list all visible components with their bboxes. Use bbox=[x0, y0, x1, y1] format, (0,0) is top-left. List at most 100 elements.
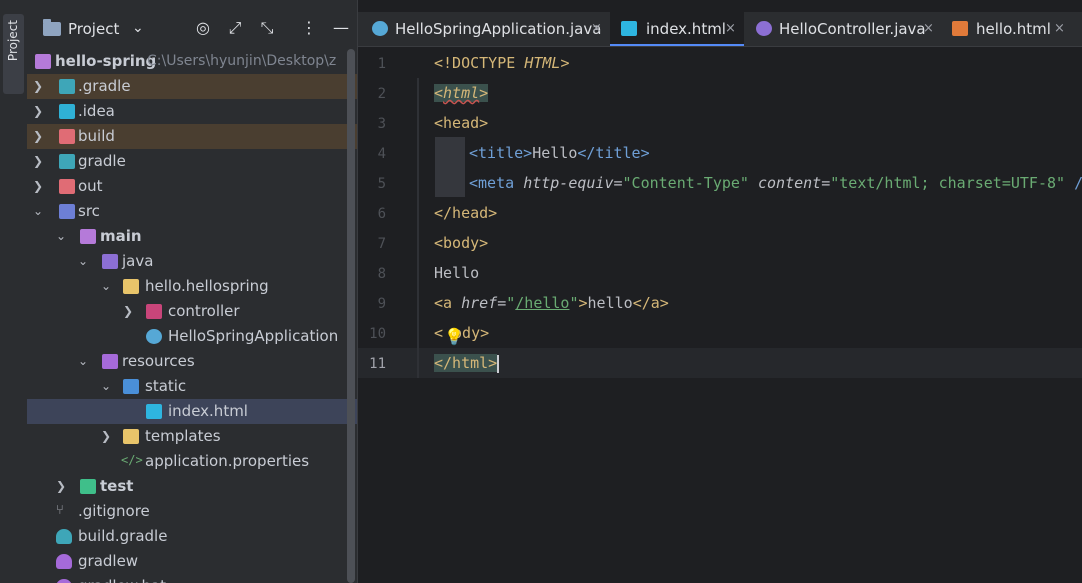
expand-icon[interactable]: ⤢ bbox=[225, 18, 245, 38]
tree-item-hellospringapplication[interactable]: HelloSpringApplication bbox=[27, 324, 357, 349]
collapse-icon[interactable]: ⤡ bbox=[257, 18, 277, 38]
code-line-9[interactable]: <a href="/hello">hello</a> bbox=[434, 288, 669, 318]
project-path: C:\Users\hyunjin\Desktop\z bbox=[147, 53, 337, 69]
tree-item-static[interactable]: ⌄ static bbox=[27, 374, 357, 399]
tree-item-index-html[interactable]: index.html bbox=[27, 399, 357, 424]
minimize-icon[interactable]: — bbox=[331, 18, 351, 37]
resources-folder-icon bbox=[102, 354, 118, 369]
close-icon[interactable]: × bbox=[1054, 12, 1065, 46]
chevron-down-icon[interactable]: ⌄ bbox=[99, 274, 113, 299]
chevron-down-icon[interactable]: ⌄ bbox=[76, 349, 90, 374]
chevron-down-icon[interactable]: ⌄ bbox=[132, 20, 144, 36]
code-line-2[interactable]: <html> bbox=[434, 78, 489, 108]
tree-item-controller[interactable]: ❯ controller bbox=[27, 299, 357, 324]
project-panel: Project ⌄ ◎ ⤢ ⤡ ⋮ — hello-spring C:\User… bbox=[27, 0, 357, 583]
code-token: > bbox=[479, 84, 489, 102]
tree-item-java[interactable]: ⌄ java bbox=[27, 249, 357, 274]
excluded-folder-icon bbox=[59, 129, 75, 144]
code-line-8[interactable]: Hello bbox=[434, 258, 479, 288]
chevron-down-icon[interactable]: ⌄ bbox=[31, 199, 45, 224]
project-tool-window-button[interactable]: Project bbox=[3, 14, 24, 94]
html-file-icon bbox=[146, 404, 162, 419]
line-number: 5 bbox=[377, 176, 386, 192]
gradle-folder-icon bbox=[59, 79, 75, 94]
tree-item-resources[interactable]: ⌄ resources bbox=[27, 349, 357, 374]
code-line-5[interactable]: <meta http-equiv="Content-Type" content=… bbox=[469, 168, 1082, 198]
chevron-right-icon[interactable]: ❯ bbox=[31, 149, 45, 174]
tree-item-label: application.properties bbox=[145, 452, 310, 470]
close-icon[interactable]: × bbox=[725, 12, 736, 46]
tree-item-test[interactable]: ❯ test bbox=[27, 474, 357, 499]
line-number: 8 bbox=[377, 266, 386, 282]
html-file-icon bbox=[621, 21, 637, 36]
tree-item-label: src bbox=[78, 202, 100, 220]
tree-item-gradlew-bat[interactable]: gradlew.bat bbox=[27, 574, 357, 583]
code-line-7[interactable]: <body> bbox=[434, 228, 488, 258]
properties-file-icon: </> bbox=[121, 453, 143, 467]
tree-item-build-gradle[interactable]: build.gradle bbox=[27, 524, 357, 549]
code-token: <head> bbox=[434, 114, 489, 132]
code-token: <body> bbox=[434, 234, 489, 252]
chevron-right-icon[interactable]: ❯ bbox=[31, 124, 45, 149]
excluded-folder-icon bbox=[59, 179, 75, 194]
tab-hello-html[interactable]: hello.html × bbox=[942, 12, 1082, 46]
close-icon[interactable]: × bbox=[923, 12, 934, 46]
code-line-1[interactable]: <!DOCTYPE HTML> bbox=[434, 48, 569, 78]
tab-index-html[interactable]: index.html × bbox=[610, 12, 744, 46]
code-line-3[interactable]: <head> bbox=[434, 108, 488, 138]
tree-item-main[interactable]: ⌄ main bbox=[27, 224, 357, 249]
tab-hellocontroller-java[interactable]: HelloController.java × bbox=[746, 12, 936, 46]
tree-item-gradlew[interactable]: gradlew bbox=[27, 549, 357, 574]
project-panel-scrollbar[interactable] bbox=[347, 49, 355, 583]
chevron-right-icon[interactable]: ❯ bbox=[31, 174, 45, 199]
chevron-right-icon[interactable]: ❯ bbox=[99, 424, 113, 449]
lightbulb-icon[interactable]: 💡 bbox=[444, 327, 464, 346]
tree-item-hello-spring[interactable]: hello-spring C:\Users\hyunjin\Desktop\z bbox=[27, 49, 357, 74]
module-folder-icon bbox=[80, 229, 96, 244]
indent-guide bbox=[417, 78, 419, 378]
close-icon[interactable]: × bbox=[591, 12, 602, 46]
line-number: 2 bbox=[377, 86, 386, 102]
chevron-down-icon[interactable]: ⌄ bbox=[99, 374, 113, 399]
tree-item-label: HelloSpringApplication bbox=[168, 327, 339, 345]
idea-folder-icon bbox=[59, 104, 75, 119]
code-token: " bbox=[569, 294, 579, 312]
code-token: "Content-Type" bbox=[622, 174, 749, 192]
tree-item-label: static bbox=[145, 377, 187, 395]
code-line-6[interactable]: </head> bbox=[434, 198, 497, 228]
tree-item-gradle[interactable]: ❯ gradle bbox=[27, 149, 357, 174]
tree-item-out[interactable]: ❯ out bbox=[27, 174, 357, 199]
tree-item-templates[interactable]: ❯ templates bbox=[27, 424, 357, 449]
tree-item-hello-hellospring[interactable]: ⌄ hello.hellospring bbox=[27, 274, 357, 299]
chevron-right-icon[interactable]: ❯ bbox=[54, 474, 68, 499]
tree-item-label: gradlew.bat bbox=[78, 574, 166, 583]
line-number: 7 bbox=[377, 236, 386, 252]
code-token: < bbox=[434, 324, 444, 342]
tree-item-build[interactable]: ❯ build bbox=[27, 124, 357, 149]
code-line-4[interactable]: <title>Hello</title> bbox=[469, 138, 650, 168]
tree-item-label: index.html bbox=[168, 402, 248, 420]
tree-item-application-properties[interactable]: </> application.properties bbox=[27, 449, 357, 474]
target-icon[interactable]: ◎ bbox=[193, 18, 213, 37]
project-view-selector[interactable]: Project bbox=[68, 20, 119, 38]
web-folder-icon bbox=[123, 379, 139, 394]
source-folder-icon bbox=[59, 204, 75, 219]
more-icon[interactable]: ⋮ bbox=[299, 18, 319, 37]
tree-item-gradle-dir[interactable]: ❯ .gradle bbox=[27, 74, 357, 99]
tree-item-gitignore[interactable]: ⑂ .gitignore bbox=[27, 499, 357, 524]
tab-hellospringapplication-java[interactable]: HelloSpringApplication.java × bbox=[358, 12, 608, 46]
tab-label: index.html bbox=[646, 20, 726, 38]
java-source-folder-icon bbox=[102, 254, 118, 269]
code-token: = bbox=[821, 174, 831, 192]
package-icon bbox=[123, 279, 139, 294]
tree-item-label: build.gradle bbox=[78, 527, 168, 545]
chevron-right-icon[interactable]: ❯ bbox=[121, 299, 135, 324]
tree-item-src[interactable]: ⌄ src bbox=[27, 199, 357, 224]
code-line-11[interactable]: </html> bbox=[434, 348, 500, 378]
chevron-right-icon[interactable]: ❯ bbox=[31, 74, 45, 99]
tree-item-label: .gitignore bbox=[78, 502, 150, 520]
tree-item-idea[interactable]: ❯ .idea bbox=[27, 99, 357, 124]
chevron-down-icon[interactable]: ⌄ bbox=[76, 249, 90, 274]
chevron-right-icon[interactable]: ❯ bbox=[31, 99, 45, 124]
chevron-down-icon[interactable]: ⌄ bbox=[54, 224, 68, 249]
